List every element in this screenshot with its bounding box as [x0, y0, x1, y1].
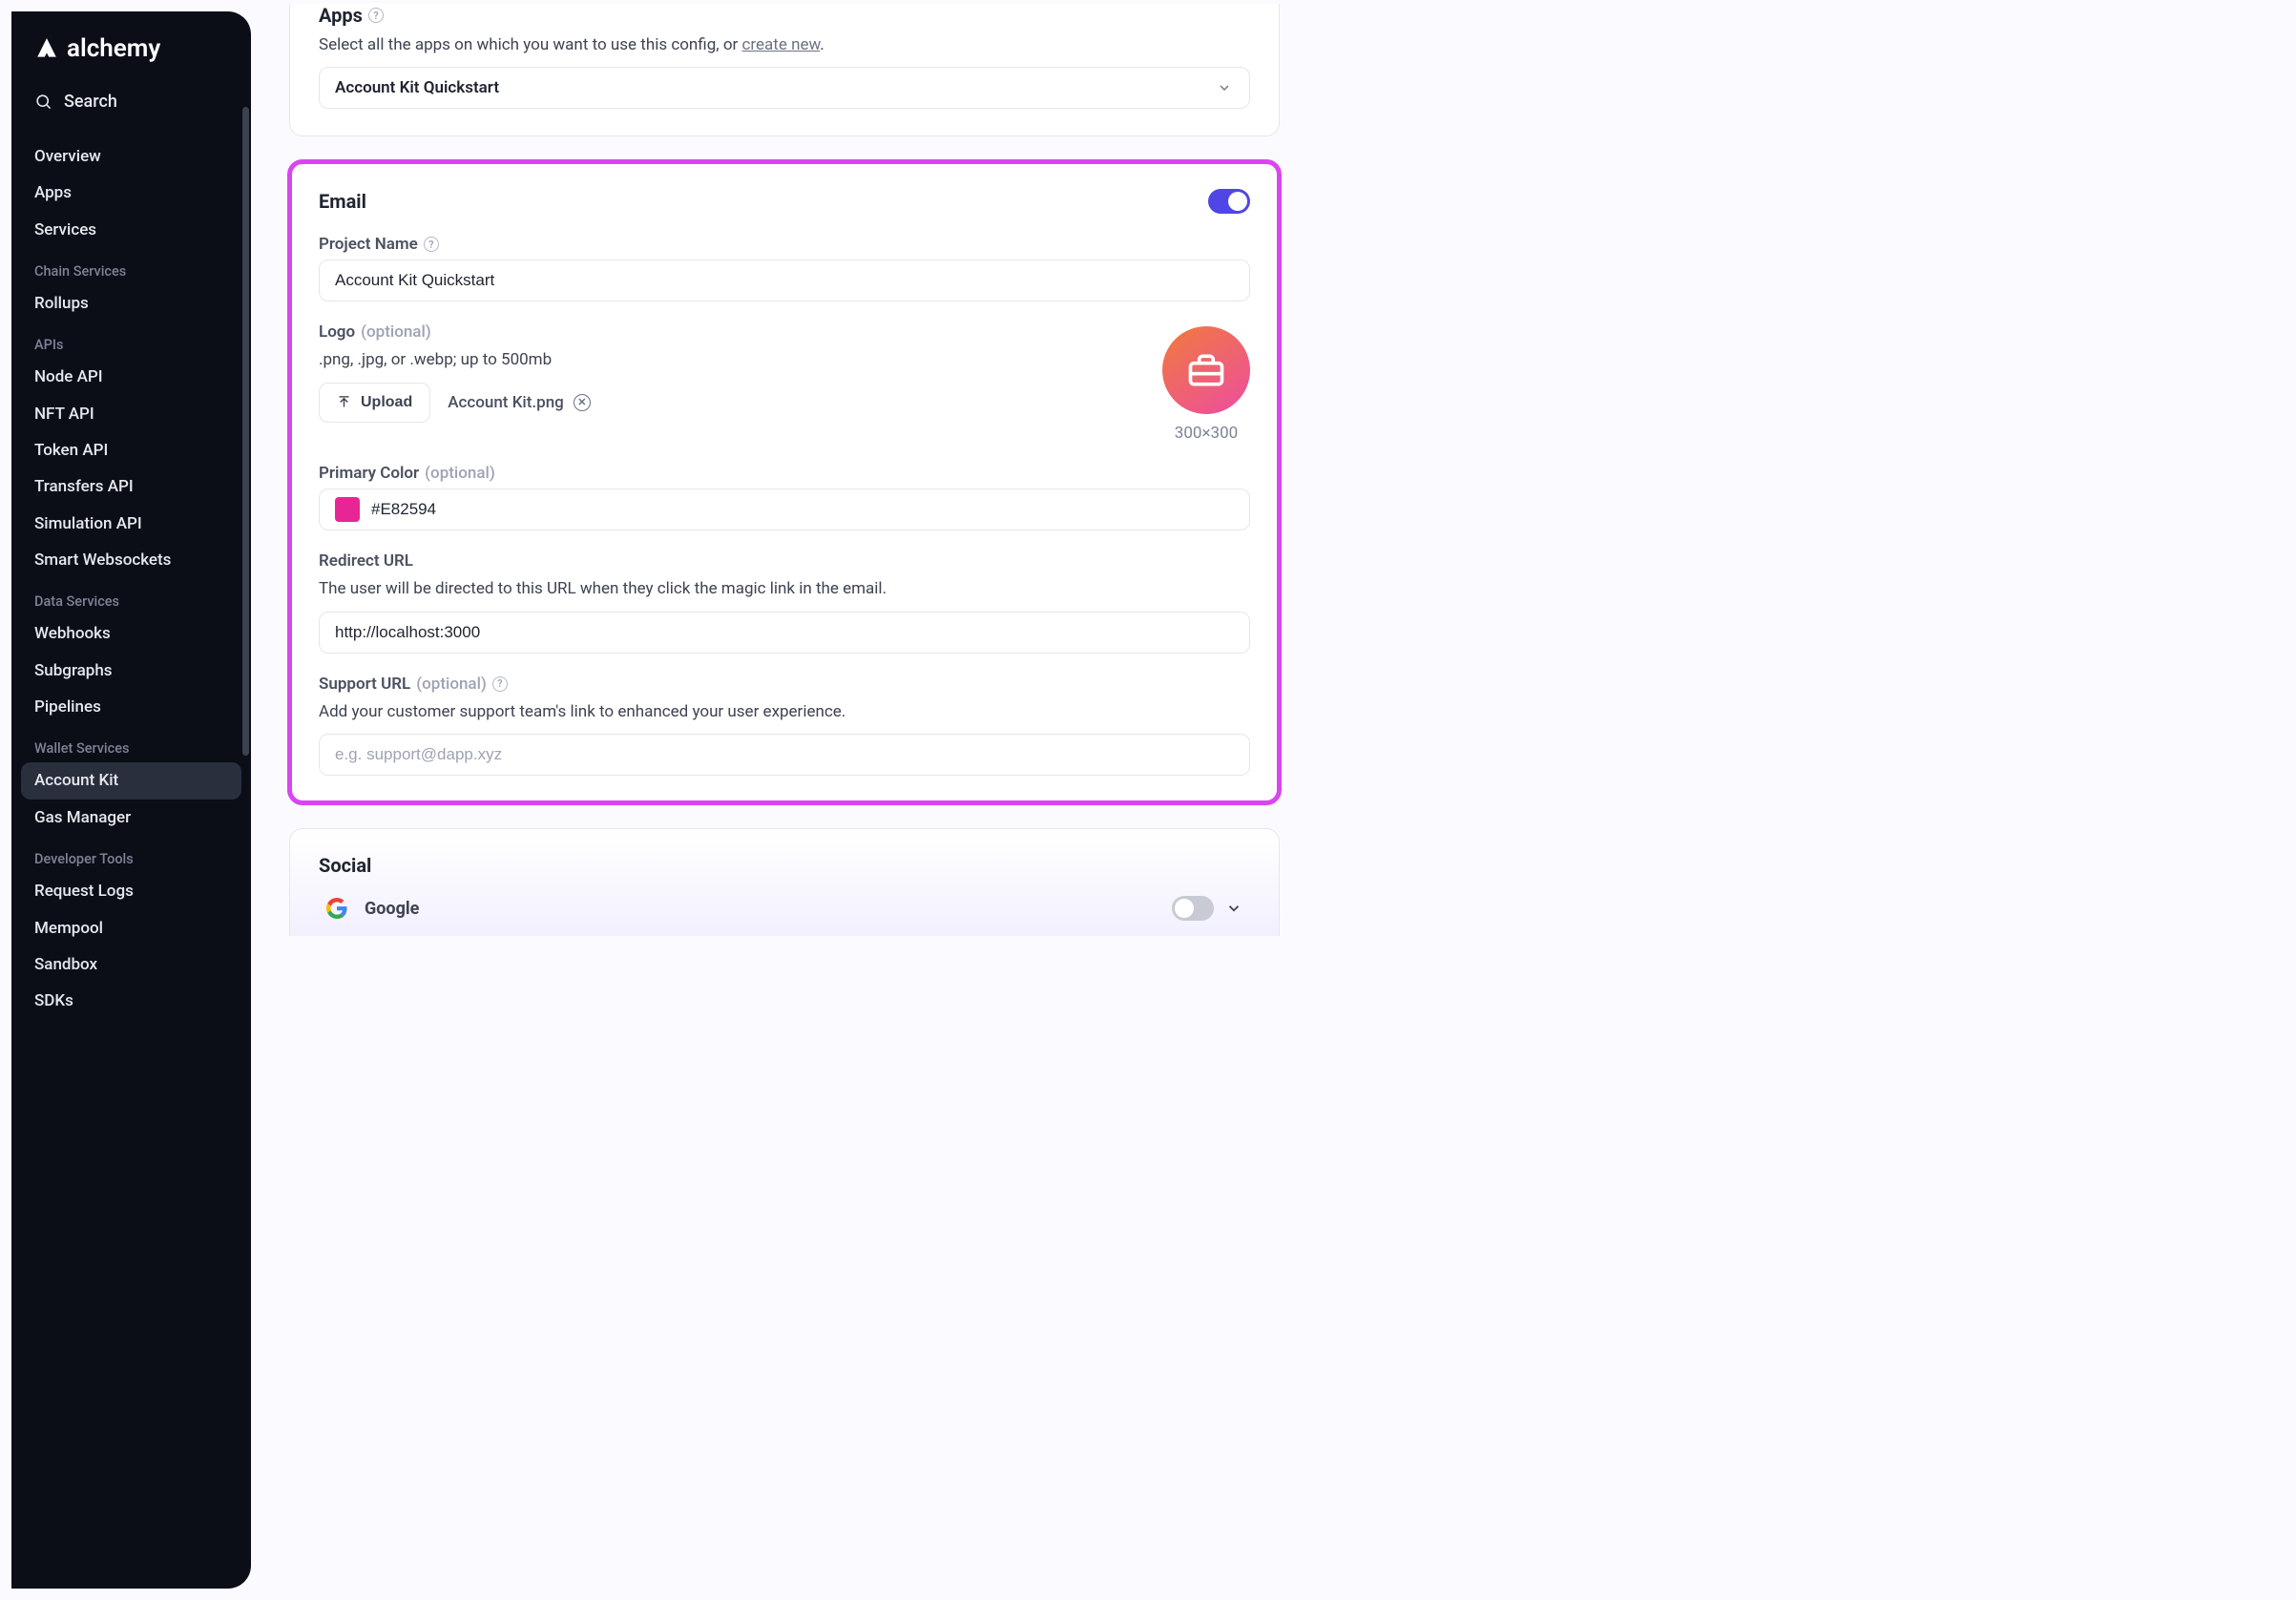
support-url-label: Support URL [319, 675, 410, 694]
sidebar: alchemy Search Overview Apps Services Ch… [11, 11, 251, 1589]
nav-item-node-api[interactable]: Node API [21, 359, 241, 395]
project-name-input[interactable] [319, 260, 1250, 301]
nav-item-transfers-api[interactable]: Transfers API [21, 468, 241, 505]
email-heading: Email [319, 190, 366, 213]
nav-item-account-kit[interactable]: Account Kit [21, 762, 241, 799]
search-label: Search [64, 92, 117, 112]
nav-item-subgraphs[interactable]: Subgraphs [21, 653, 241, 689]
provider-google-row: Google [319, 877, 1250, 926]
support-url-input[interactable] [319, 734, 1250, 776]
primary-color-label: Primary Color [319, 464, 419, 483]
nav-head-developer-tools: Developer Tools [21, 845, 241, 873]
apps-selected-value: Account Kit Quickstart [335, 78, 499, 97]
nav-head-data-services: Data Services [21, 588, 241, 615]
chevron-down-icon [1217, 80, 1232, 95]
nav-head-wallet-services: Wallet Services [21, 735, 241, 762]
social-heading: Social [319, 854, 371, 877]
redirect-url-input[interactable] [319, 612, 1250, 654]
upload-icon [337, 395, 351, 409]
primary-color-input[interactable] [319, 488, 1250, 530]
color-swatch[interactable] [335, 497, 360, 522]
apps-heading: Apps [319, 4, 363, 27]
redirect-url-field[interactable] [335, 623, 1234, 642]
nav-item-pipelines[interactable]: Pipelines [21, 689, 241, 725]
logo-dimensions: 300×300 [1162, 424, 1250, 443]
upload-button[interactable]: Upload [319, 383, 430, 423]
apps-description: Select all the apps on which you want to… [319, 32, 1250, 57]
email-toggle[interactable] [1208, 189, 1250, 214]
nav-item-token-api[interactable]: Token API [21, 432, 241, 468]
chevron-down-icon[interactable] [1225, 900, 1242, 917]
clear-file-button[interactable]: ✕ [574, 394, 591, 411]
help-icon[interactable]: ? [424, 237, 439, 252]
google-icon [326, 898, 347, 919]
nav-item-webhooks[interactable]: Webhooks [21, 615, 241, 652]
apps-select[interactable]: Account Kit Quickstart [319, 67, 1250, 109]
nav-head-apis: APIs [21, 331, 241, 359]
nav-item-overview[interactable]: Overview [21, 138, 241, 175]
nav-item-nft-api[interactable]: NFT API [21, 396, 241, 432]
logo-desc: .png, .jpg, or .webp; up to 500mb [319, 347, 1124, 372]
logo-preview-image [1162, 326, 1250, 414]
email-card: Email Project Name ? Logo (optional) .pn… [289, 161, 1280, 803]
redirect-url-label: Redirect URL [319, 551, 413, 571]
uploaded-filename: Account Kit.png ✕ [448, 393, 591, 412]
nav-item-simulation-api[interactable]: Simulation API [21, 506, 241, 542]
optional-label: (optional) [361, 322, 431, 342]
social-card: Social Google [289, 828, 1280, 936]
optional-label: (optional) [425, 464, 495, 483]
help-icon[interactable]: ? [368, 8, 384, 23]
sidebar-search[interactable]: Search [21, 84, 241, 129]
help-icon[interactable]: ? [492, 676, 508, 692]
nav-item-apps[interactable]: Apps [21, 175, 241, 211]
nav-item-sdks[interactable]: SDKs [21, 983, 241, 1019]
primary-color-field[interactable] [371, 500, 1234, 519]
support-url-desc: Add your customer support team's link to… [319, 699, 1250, 724]
nav-item-sandbox[interactable]: Sandbox [21, 946, 241, 983]
search-icon [34, 93, 52, 111]
nav-item-gas-manager[interactable]: Gas Manager [21, 800, 241, 836]
sidebar-scrollbar[interactable] [242, 107, 249, 756]
support-url-field[interactable] [335, 745, 1234, 764]
nav-item-services[interactable]: Services [21, 212, 241, 248]
project-name-field[interactable] [335, 271, 1234, 290]
apps-card: Apps ? Select all the apps on which you … [289, 4, 1280, 136]
nav-item-rollups[interactable]: Rollups [21, 285, 241, 322]
main-content: Apps ? Select all the apps on which you … [251, 0, 1329, 1600]
alchemy-logo-icon [34, 36, 59, 61]
nav-item-mempool[interactable]: Mempool [21, 910, 241, 946]
create-new-link[interactable]: create new [742, 35, 821, 54]
upload-label: Upload [361, 394, 412, 411]
nav-head-chain-services: Chain Services [21, 258, 241, 285]
redirect-url-desc: The user will be directed to this URL wh… [319, 576, 1250, 601]
logo-label: Logo [319, 322, 355, 342]
logo-preview: 300×300 [1162, 322, 1250, 443]
google-toggle[interactable] [1172, 896, 1214, 921]
project-name-label: Project Name [319, 235, 418, 254]
provider-google-name: Google [365, 899, 419, 919]
briefcase-icon [1185, 349, 1227, 391]
nav-item-request-logs[interactable]: Request Logs [21, 873, 241, 909]
nav-item-smart-websockets[interactable]: Smart Websockets [21, 542, 241, 578]
brand-name: alchemy [67, 34, 160, 63]
brand: alchemy [21, 34, 241, 84]
optional-label: (optional) [416, 675, 487, 694]
